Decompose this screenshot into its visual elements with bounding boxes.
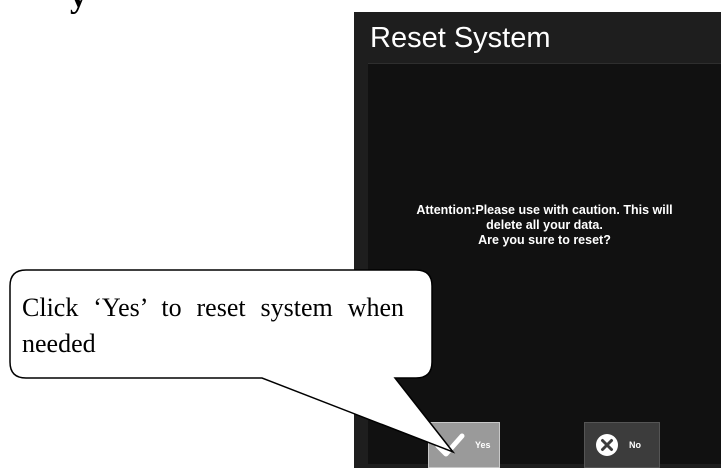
- yes-button-label: Yes: [475, 440, 491, 450]
- no-button-label: No: [629, 440, 641, 450]
- page-heading-fragment: y: [70, 0, 87, 16]
- close-circle-icon: [595, 433, 619, 457]
- callout-text: Click ‘Yes’ to reset system when needed: [22, 293, 404, 358]
- yes-button[interactable]: Yes: [428, 422, 500, 468]
- no-button[interactable]: No: [584, 422, 660, 468]
- warning-line-1: Attention:Please use with caution. This …: [416, 203, 673, 217]
- dialog-title: Reset System: [370, 22, 551, 54]
- reset-system-dialog: Reset System Attention:Please use with c…: [354, 12, 721, 468]
- check-icon: [435, 432, 465, 458]
- reset-warning-message: Attention:Please use with caution. This …: [368, 203, 721, 248]
- warning-line-3: Are you sure to reset?: [478, 233, 611, 247]
- dialog-body: [368, 64, 721, 464]
- warning-line-2: delete all your data.: [486, 218, 603, 232]
